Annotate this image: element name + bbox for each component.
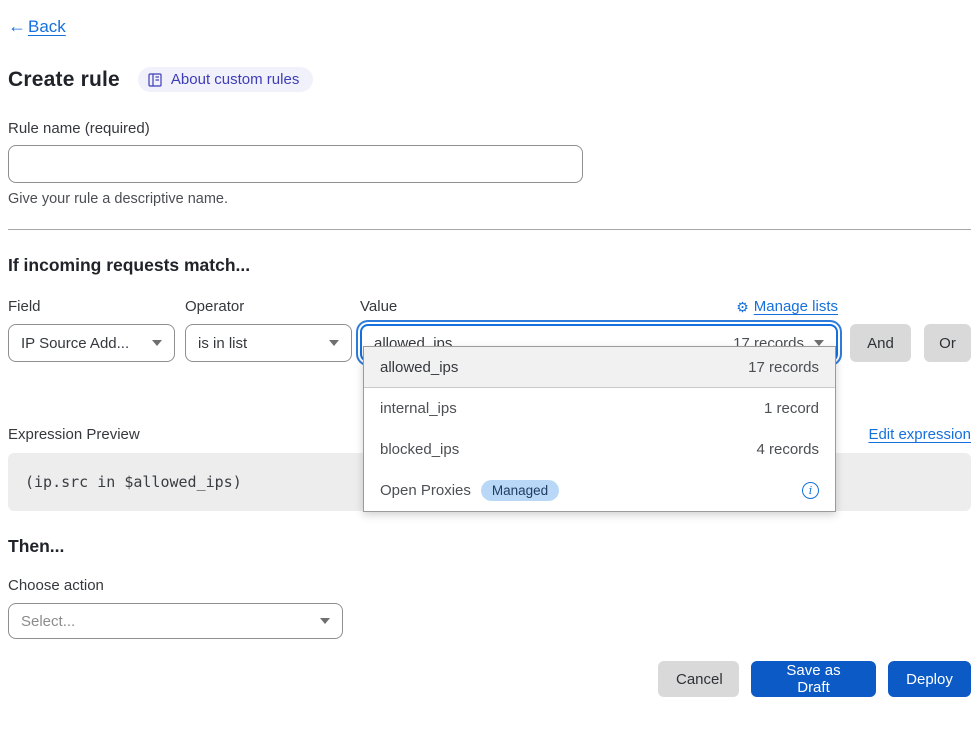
back-link[interactable]: ← Back [8,16,66,37]
action-select-placeholder: Select... [21,613,75,630]
rule-name-label: Rule name (required) [8,120,971,137]
value-label: Value [360,298,397,315]
list-item-name: blocked_ips [380,441,459,458]
and-button[interactable]: And [850,324,911,362]
field-select[interactable]: IP Source Add... [8,324,175,362]
about-custom-rules-link[interactable]: About custom rules [138,67,313,92]
list-item-records: 1 record [764,400,819,417]
list-dropdown: allowed_ips 17 records internal_ips 1 re… [363,346,836,512]
condition-labels: Field Operator Value ⚙ Manage lists [8,298,971,315]
list-item-allowed-ips[interactable]: allowed_ips 17 records [364,347,835,388]
page-title: Create rule [8,68,120,92]
info-icon[interactable]: i [802,482,819,499]
gear-icon: ⚙ [736,300,749,314]
back-arrow-icon: ← [8,16,26,37]
chevron-down-icon [320,618,330,624]
manage-lists-label: Manage lists [754,298,838,315]
edit-expression-link[interactable]: Edit expression [868,426,971,443]
managed-badge: Managed [481,480,559,501]
expression-preview-label: Expression Preview [8,426,140,443]
list-item-open-proxies[interactable]: Open Proxies Managed i [364,470,835,511]
field-select-value: IP Source Add... [21,335,129,352]
create-rule-page: ← Back Create rule About custom rules Ru… [0,0,979,697]
chevron-down-icon [152,340,162,346]
list-item-internal-ips[interactable]: internal_ips 1 record [364,388,835,429]
section-divider [8,229,971,230]
choose-action-label: Choose action [8,577,971,594]
action-select[interactable]: Select... [8,603,343,639]
expression-code: (ip.src in $allowed_ips) [25,473,242,491]
footer-actions: Cancel Save as Draft Deploy [8,661,971,697]
operator-label: Operator [185,298,352,315]
book-icon [148,73,163,87]
then-heading: Then... [8,536,971,557]
about-custom-rules-label: About custom rules [171,71,299,88]
condition-builder: Field Operator Value ⚙ Manage lists IP S… [8,298,971,362]
operator-select-value: is in list [198,335,247,352]
list-item-name: Open Proxies [380,482,471,499]
save-as-draft-button[interactable]: Save as Draft [751,661,876,697]
field-label: Field [8,298,175,315]
manage-lists-link[interactable]: ⚙ Manage lists [736,298,838,315]
chevron-down-icon [329,340,339,346]
list-item-name: internal_ips [380,400,457,417]
title-row: Create rule About custom rules [8,67,971,92]
list-item-name: allowed_ips [380,359,458,376]
list-item-blocked-ips[interactable]: blocked_ips 4 records [364,429,835,470]
match-heading: If incoming requests match... [8,255,971,276]
rule-name-helper: Give your rule a descriptive name. [8,191,971,207]
cancel-button[interactable]: Cancel [658,661,739,697]
back-label: Back [28,17,66,37]
list-item-records: 4 records [756,441,819,458]
list-item-records: 17 records [748,359,819,376]
rule-name-input[interactable] [8,145,583,183]
operator-select[interactable]: is in list [185,324,352,362]
deploy-button[interactable]: Deploy [888,661,971,697]
or-button[interactable]: Or [924,324,971,362]
